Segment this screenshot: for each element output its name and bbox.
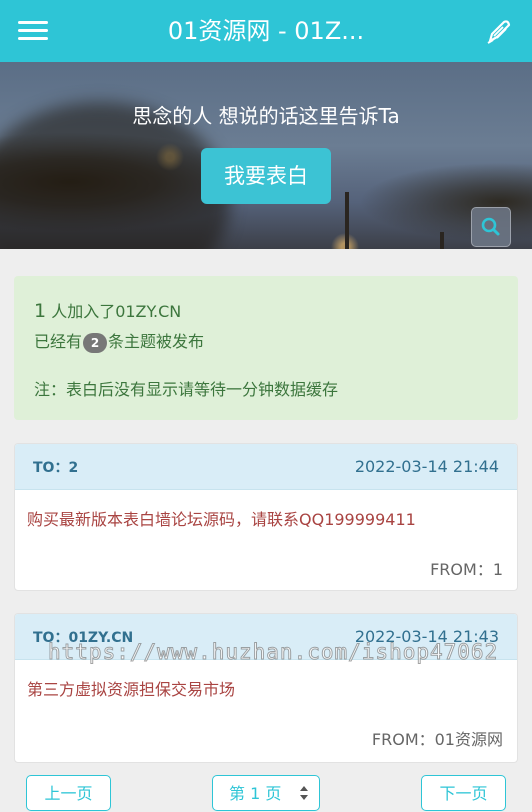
post-time: 2022-03-14 21:44 bbox=[354, 457, 499, 476]
next-page-button[interactable]: 下一页 bbox=[421, 775, 506, 811]
stats-panel: 1 人加入了01ZY.CN 已经有 2 条主题被发布 注：表白后没有显示请等待一分钟… bbox=[14, 276, 518, 420]
search-icon bbox=[481, 217, 500, 236]
post-from: FROM：01资源网 bbox=[371, 730, 503, 749]
joined-count: 1 bbox=[34, 300, 47, 322]
post-card-header: TO：01ZY.CN 2022-03-14 21:43 bbox=[15, 614, 517, 660]
search-button[interactable] bbox=[471, 207, 511, 247]
post-card[interactable]: TO：2 2022-03-14 21:44 购买最新版本表白墙论坛源码，请联系Q… bbox=[14, 443, 518, 591]
edit-pen-icon[interactable] bbox=[484, 16, 514, 46]
post-card-header: TO：2 2022-03-14 21:44 bbox=[15, 444, 517, 490]
joined-line: 1 人加入了01ZY.CN bbox=[34, 298, 181, 322]
top-nav-bar: 01资源网 - 01Z... bbox=[0, 0, 532, 62]
post-to: TO：2 bbox=[33, 460, 79, 476]
joined-text: 人加入了01ZY.CN bbox=[51, 302, 182, 321]
posted-prefix: 已经有 bbox=[34, 332, 83, 351]
post-time: 2022-03-14 21:43 bbox=[354, 627, 499, 646]
post-message: 第三方虚拟资源担保交易市场 bbox=[27, 680, 236, 699]
hero-background-pole bbox=[440, 232, 444, 249]
hero-background-pole bbox=[345, 192, 349, 249]
pagination: 上一页 第 1 页 下一页 bbox=[0, 770, 532, 811]
hero-banner: 思念的人 想说的话这里告诉Ta 我要表白 bbox=[0, 62, 532, 249]
cache-note: 注：表白后没有显示请等待一分钟数据缓存 bbox=[34, 380, 339, 399]
confess-button[interactable]: 我要表白 bbox=[201, 148, 331, 204]
posted-line: 已经有 2 条主题被发布 bbox=[34, 328, 204, 353]
post-to: TO：01ZY.CN bbox=[33, 630, 134, 646]
posted-count-badge: 2 bbox=[83, 332, 108, 353]
prev-page-button[interactable]: 上一页 bbox=[26, 775, 111, 811]
post-from: FROM：1 bbox=[430, 560, 503, 579]
posted-suffix: 条主题被发布 bbox=[108, 332, 205, 351]
post-message: 购买最新版本表白墙论坛源码，请联系QQ199999411 bbox=[27, 510, 416, 529]
hero-tagline: 思念的人 想说的话这里告诉Ta bbox=[132, 104, 400, 128]
hamburger-menu-icon[interactable] bbox=[18, 18, 48, 44]
select-arrows-icon bbox=[300, 786, 308, 800]
post-card[interactable]: TO：01ZY.CN 2022-03-14 21:43 第三方虚拟资源担保交易市… bbox=[14, 613, 518, 763]
page-select[interactable]: 第 1 页 bbox=[212, 775, 320, 811]
app-title: 01资源网 - 01Z... bbox=[167, 17, 365, 45]
page-select-value: 第 1 页 bbox=[229, 784, 282, 803]
